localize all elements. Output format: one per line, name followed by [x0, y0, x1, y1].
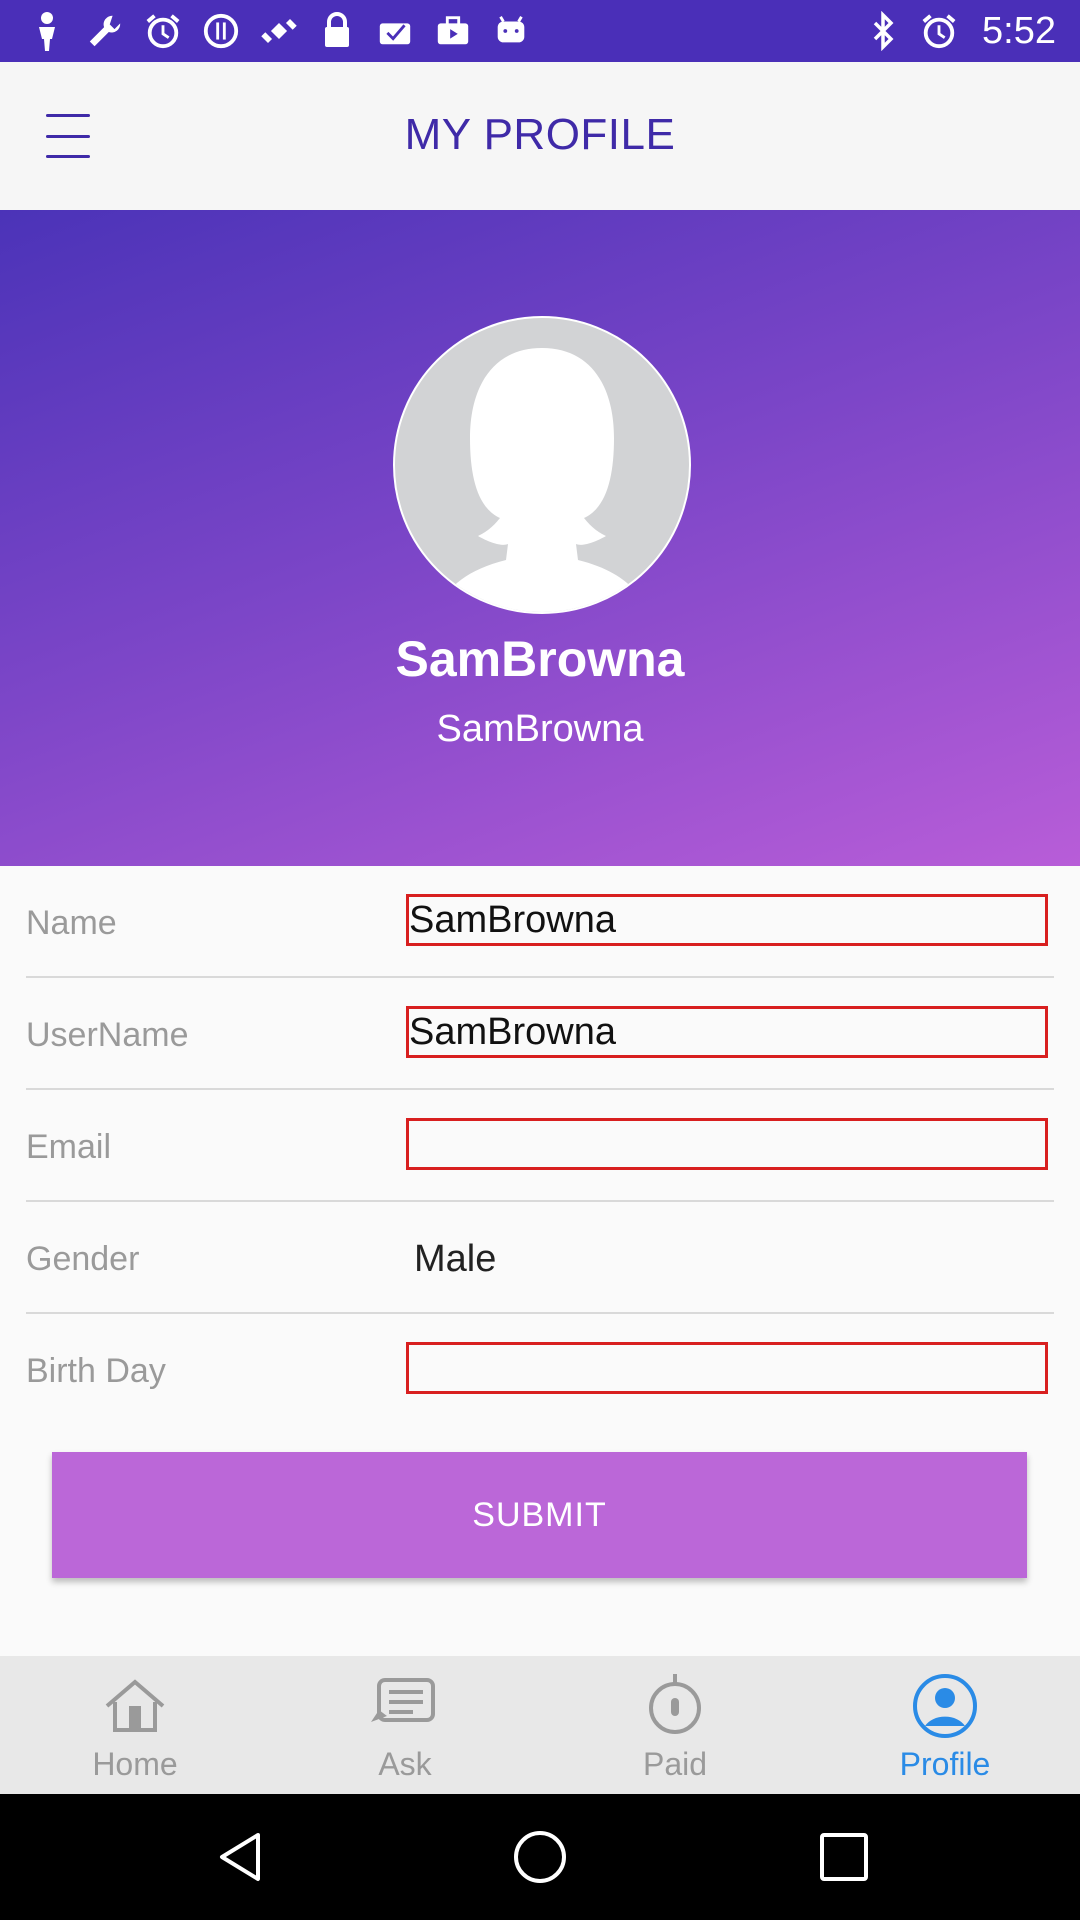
nav-home[interactable]: Home: [0, 1656, 270, 1794]
nav-ask[interactable]: Ask: [270, 1656, 540, 1794]
gender-value[interactable]: Male: [414, 1238, 496, 1281]
system-nav-bar: [0, 1794, 1080, 1920]
chat-icon: [371, 1678, 435, 1722]
username-row: UserName: [26, 978, 1054, 1090]
gender-row[interactable]: Gender Male: [26, 1202, 1054, 1314]
bottom-nav: Home Ask Paid Profile: [0, 1656, 1080, 1794]
female-silhouette-icon: [436, 348, 648, 612]
name-label: Name: [26, 904, 117, 942]
email-field[interactable]: [406, 1118, 1048, 1170]
home-circle-icon[interactable]: [510, 1827, 570, 1887]
profile-display-name: SamBrowna: [395, 631, 685, 687]
notification-icons: [28, 10, 530, 52]
email-row: Email: [26, 1090, 1054, 1202]
username-label: UserName: [26, 1016, 189, 1054]
info-icon: [202, 10, 240, 52]
submit-button[interactable]: SUBMIT: [52, 1452, 1027, 1578]
profile-icon: [913, 1674, 977, 1738]
birthday-row: Birth Day: [26, 1314, 1054, 1426]
gender-label: Gender: [26, 1240, 140, 1278]
page-title: MY PROFILE: [404, 110, 676, 159]
nav-profile[interactable]: Profile: [810, 1656, 1080, 1794]
nav-label: Ask: [378, 1746, 432, 1782]
recents-icon[interactable]: [814, 1827, 874, 1887]
nav-label: Home: [92, 1746, 178, 1782]
profile-header: SamBrowna SamBrowna: [0, 210, 1080, 866]
email-label: Email: [26, 1128, 112, 1166]
home-icon: [105, 1679, 165, 1732]
nav-label: Profile: [899, 1746, 991, 1782]
birthday-field[interactable]: [406, 1342, 1048, 1394]
satellite-icon: [260, 10, 298, 52]
status-time: 5:52: [982, 10, 1056, 52]
bluetooth-icon: [864, 10, 902, 52]
system-status-icons: 5:52: [864, 10, 1056, 52]
alarm-icon: [920, 10, 958, 52]
name-row: Name: [26, 866, 1054, 978]
nav-label: Paid: [642, 1746, 708, 1782]
back-icon[interactable]: [210, 1827, 270, 1887]
birthday-label: Birth Day: [26, 1352, 166, 1390]
checkmark-icon: [376, 10, 414, 52]
avatar[interactable]: [393, 316, 691, 614]
wrench-icon: [86, 10, 124, 52]
status-bar: 5:52: [0, 0, 1080, 62]
alarm-icon: [144, 10, 182, 52]
android-icon: [492, 10, 530, 52]
name-field[interactable]: [406, 894, 1048, 946]
briefcase-icon: [434, 10, 472, 52]
app-bar: MY PROFILE: [0, 62, 1080, 211]
profile-display-username: SamBrowna: [436, 708, 644, 750]
nav-paid[interactable]: Paid: [540, 1656, 810, 1794]
lock-icon: [318, 10, 356, 52]
mouse-icon: [649, 1674, 701, 1734]
username-field[interactable]: [406, 1006, 1048, 1058]
person-icon: [28, 10, 66, 52]
